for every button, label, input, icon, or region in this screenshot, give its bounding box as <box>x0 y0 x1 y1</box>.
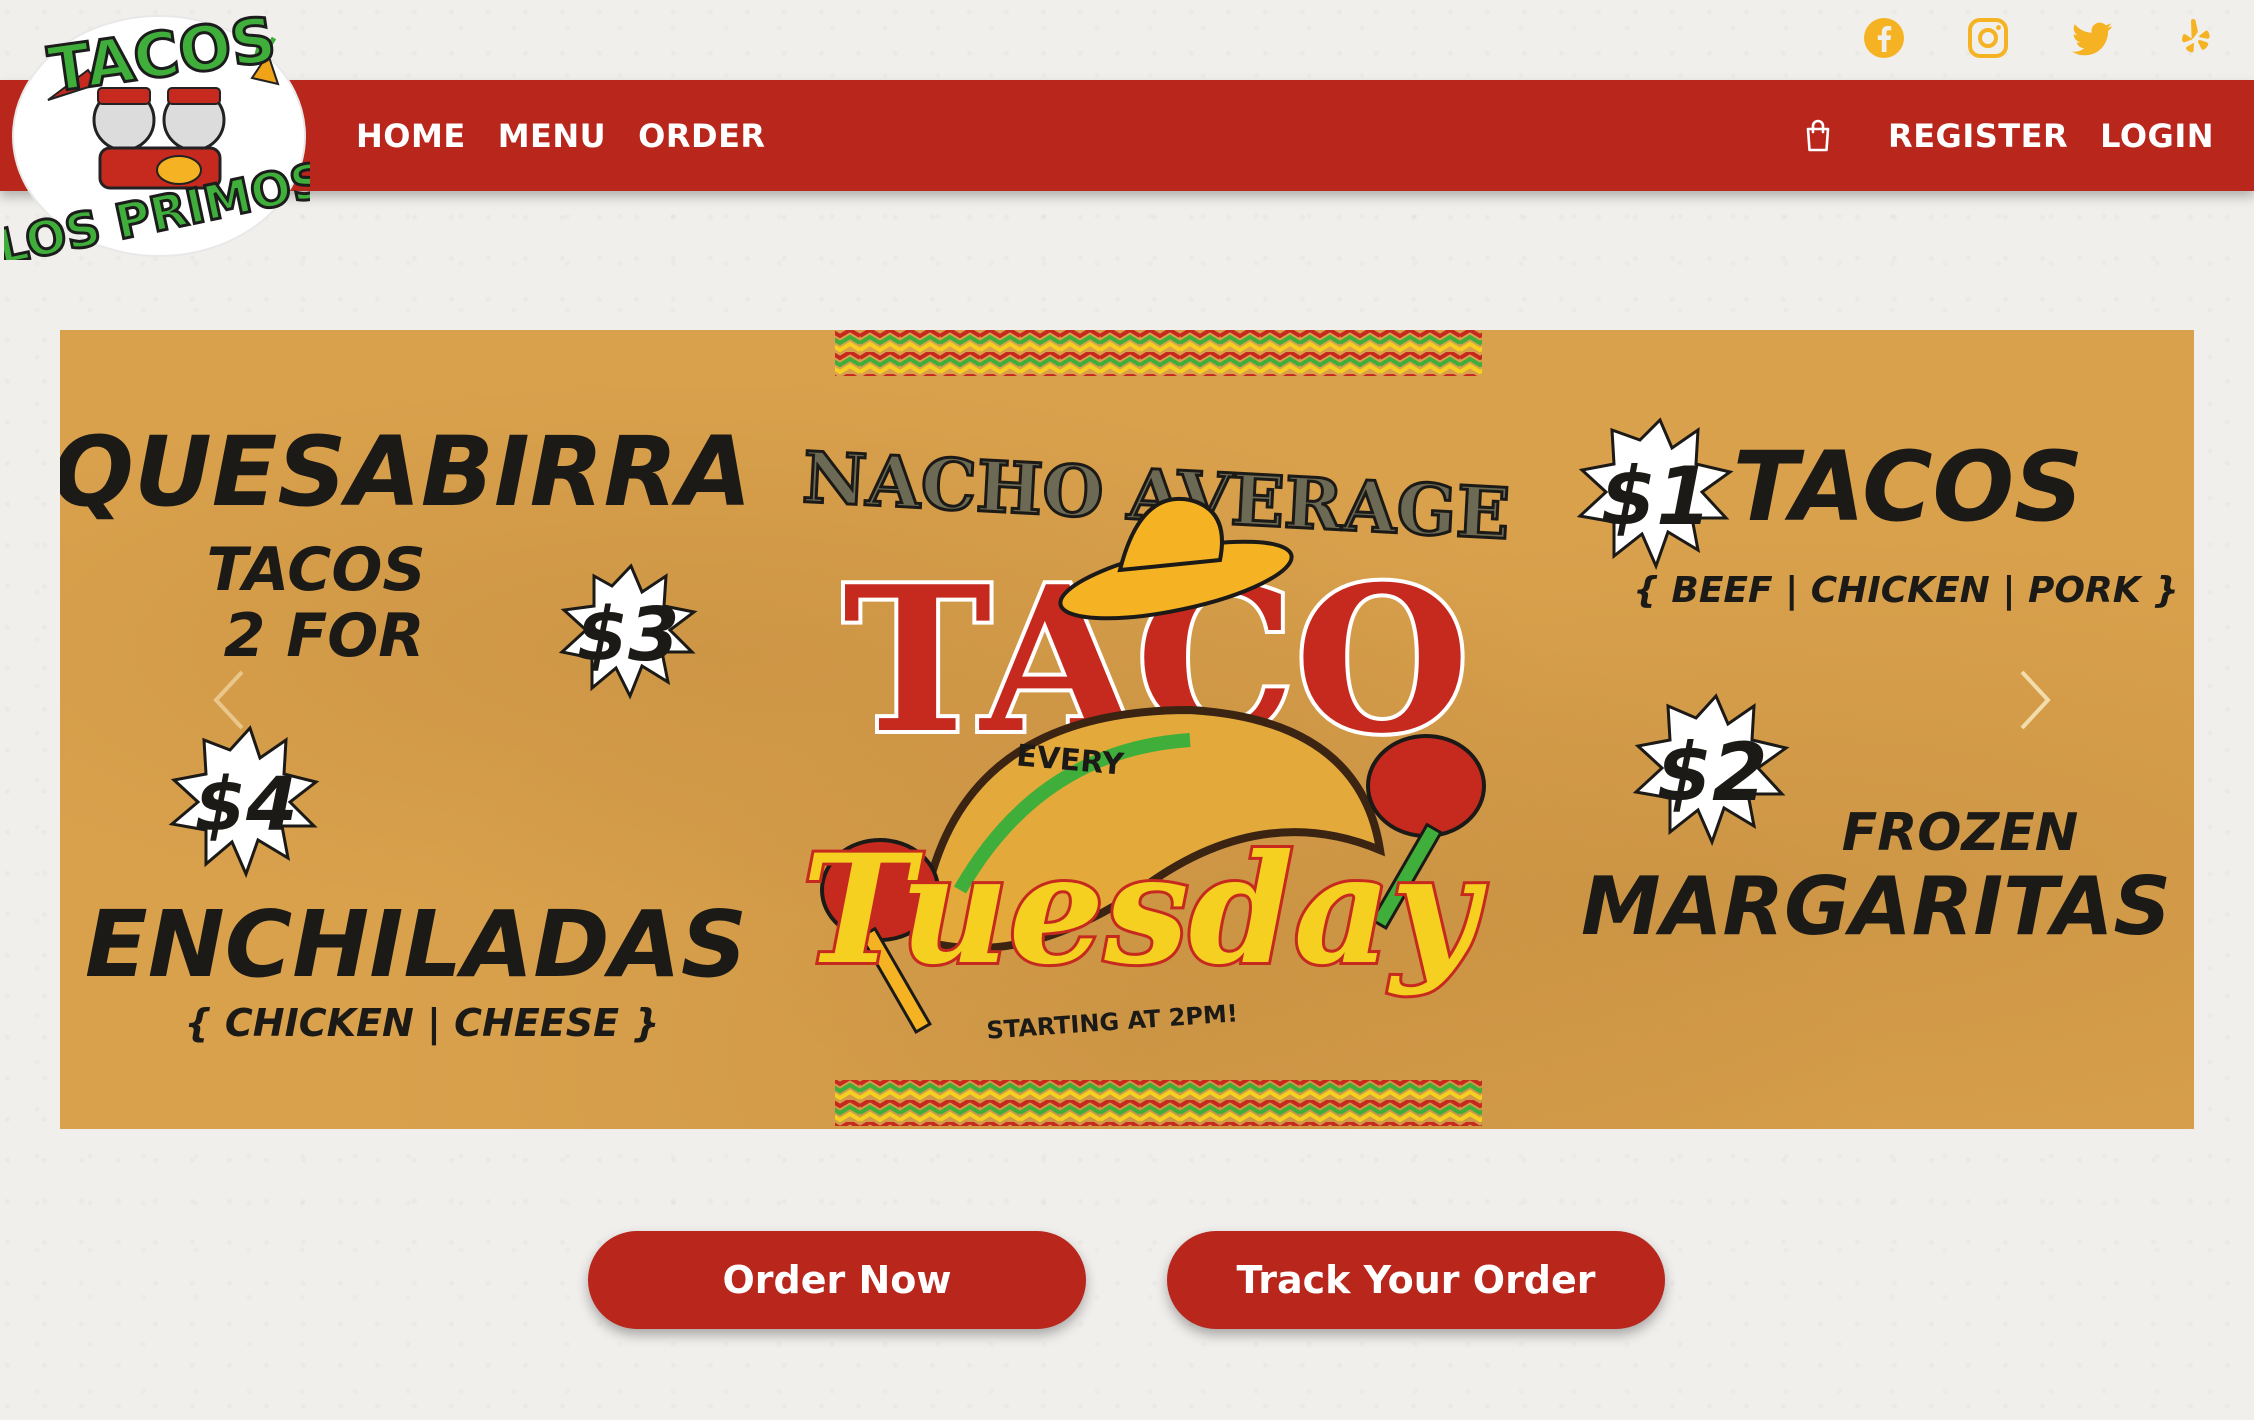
promo-carousel: QUESABIRRA TACOS 2 FOR $3 $4 ENCHILADAS … <box>60 330 2194 1129</box>
promo-margaritas: MARGARITAS <box>1581 860 2171 953</box>
yelp-icon[interactable] <box>2172 14 2220 62</box>
nav-home[interactable]: HOME <box>356 117 466 155</box>
price-4: $4 <box>195 762 298 848</box>
price-1: $1 <box>1600 450 1711 543</box>
social-links <box>1860 10 2220 66</box>
track-order-button[interactable]: Track Your Order <box>1167 1231 1665 1329</box>
price-2: $2 <box>1656 726 1767 819</box>
nav-login[interactable]: LOGIN <box>2100 117 2214 155</box>
promo-starting: STARTING AT 2PM! <box>986 999 1239 1044</box>
order-now-button[interactable]: Order Now <box>588 1231 1086 1329</box>
promo-slide: QUESABIRRA TACOS 2 FOR $3 $4 ENCHILADAS … <box>60 330 2179 1126</box>
price-3: $3 <box>577 592 680 678</box>
promo-enchilada-options: { CHICKEN | CHEESE } <box>185 1001 660 1046</box>
promo-enchiladas: ENCHILADAS <box>85 891 747 998</box>
promo-quesabirra: QUESABIRRA <box>60 416 752 528</box>
facebook-icon[interactable] <box>1860 14 1908 62</box>
twitter-icon[interactable] <box>2068 14 2116 62</box>
promo-frozen: FROZEN <box>1842 803 2079 863</box>
promo-quesabirra-tacos: TACOS <box>206 535 425 605</box>
shopping-bag-icon[interactable] <box>1800 118 1836 154</box>
account-nav: REGISTER LOGIN <box>1800 80 2214 191</box>
nav-register[interactable]: REGISTER <box>1888 117 2068 155</box>
zigzag-bottom <box>835 1080 1482 1126</box>
carousel-next-icon[interactable] <box>2004 660 2064 740</box>
primary-nav: HOME MENU ORDER <box>356 80 766 191</box>
promo-dollar-tacos: TACOS <box>1733 431 2084 543</box>
instagram-icon[interactable] <box>1964 14 2012 62</box>
carousel-prev-icon[interactable] <box>200 660 260 740</box>
nav-order[interactable]: ORDER <box>638 117 765 155</box>
tacos-los-primos-logo[interactable]: TACOS LOS PRIMOS <box>4 8 310 260</box>
nav-menu[interactable]: MENU <box>498 117 606 155</box>
promo-taco-options: { BEEF | CHICKEN | PORK } <box>1633 570 2179 611</box>
main-navbar: HOME MENU ORDER REGISTER LOGIN <box>0 80 2254 191</box>
zigzag-top <box>835 330 1482 376</box>
promo-tuesday: Tuesday <box>802 822 1487 998</box>
